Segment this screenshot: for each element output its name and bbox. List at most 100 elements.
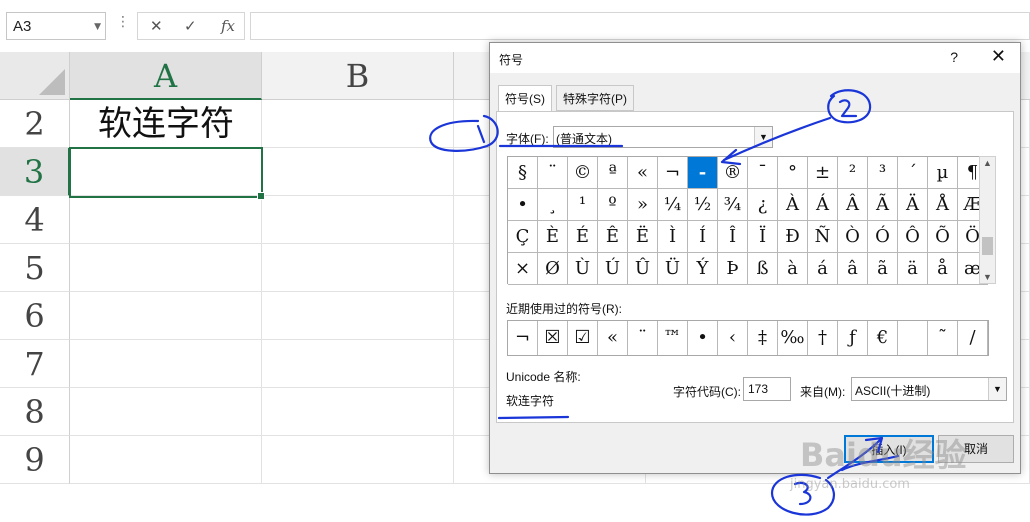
tab-special-characters[interactable]: 特殊字符(P) — [556, 85, 634, 111]
recent-symbol-cell[interactable]: ‹ — [718, 321, 748, 355]
active-cell-a3[interactable] — [69, 147, 265, 200]
symbol-cell[interactable]: Å — [928, 189, 958, 221]
column-header-b[interactable]: B — [262, 52, 454, 100]
symbol-cell[interactable]: Ç — [508, 221, 538, 253]
symbol-cell[interactable]: Ñ — [808, 221, 838, 253]
symbol-cell[interactable]: Ì — [658, 221, 688, 253]
symbol-cell[interactable]: § — [508, 157, 538, 189]
symbol-cell[interactable]: » — [628, 189, 658, 221]
symbol-cell[interactable]: ß — [748, 253, 778, 285]
recent-symbol-cell[interactable]: ☑ — [568, 321, 598, 355]
symbol-cell[interactable]: « — [628, 157, 658, 189]
symbol-cell[interactable]: ª — [598, 157, 628, 189]
recent-symbol-cell[interactable] — [898, 321, 928, 355]
symbol-cell[interactable]: Ó — [868, 221, 898, 253]
symbol-cell[interactable]: ³ — [868, 157, 898, 189]
recent-symbol-cell[interactable]: / — [958, 321, 988, 355]
cell-a5[interactable] — [70, 244, 262, 292]
symbol-cell[interactable]: • — [508, 189, 538, 221]
symbol-cell[interactable]: ® — [718, 157, 748, 189]
scroll-thumb[interactable] — [982, 237, 993, 255]
symbol-cell[interactable]: ¨ — [538, 157, 568, 189]
cell-a6[interactable] — [70, 292, 262, 340]
symbol-cell[interactable]: ° — [778, 157, 808, 189]
symbol-scrollbar[interactable]: ▲ ▼ — [979, 156, 996, 284]
cell-b2[interactable] — [262, 100, 454, 148]
symbol-cell[interactable]: ¿ — [748, 189, 778, 221]
symbol-cell[interactable]: º — [598, 189, 628, 221]
symbol-cell[interactable]: Î — [718, 221, 748, 253]
recent-symbol-cell[interactable]: € — [868, 321, 898, 355]
row-header-8[interactable]: 8 — [0, 388, 70, 436]
recent-symbol-cell[interactable]: ƒ — [838, 321, 868, 355]
symbol-cell[interactable]: Ã — [868, 189, 898, 221]
symbol-cell[interactable]: Ï — [748, 221, 778, 253]
cell-b8[interactable] — [262, 388, 454, 436]
symbol-cell[interactable]: å — [928, 253, 958, 285]
help-icon[interactable]: ? — [950, 49, 958, 65]
symbol-cell[interactable]: ² — [838, 157, 868, 189]
cell-b6[interactable] — [262, 292, 454, 340]
symbol-cell[interactable]: ¼ — [658, 189, 688, 221]
cancel-entry-icon[interactable]: ✕ — [150, 17, 163, 35]
symbol-cell[interactable]: Ê — [598, 221, 628, 253]
symbol-cell[interactable]: Ë — [628, 221, 658, 253]
cell-b5[interactable] — [262, 244, 454, 292]
symbol-cell[interactable]: Ø — [538, 253, 568, 285]
cell-a9[interactable] — [70, 436, 262, 484]
symbol-cell[interactable]: Ä — [898, 189, 928, 221]
recent-symbol-cell[interactable]: ‡ — [748, 321, 778, 355]
row-header-2[interactable]: 2 — [0, 100, 70, 148]
symbol-cell[interactable]: ã — [868, 253, 898, 285]
symbol-cell[interactable]: ½ — [688, 189, 718, 221]
symbol-cell[interactable]: à — [778, 253, 808, 285]
more-options-icon[interactable]: ⋮ — [116, 14, 130, 30]
formula-input[interactable] — [250, 12, 1030, 40]
font-select[interactable]: (普通文本) ▼ — [553, 126, 773, 148]
cell-a2[interactable]: 软连字符 — [70, 100, 262, 148]
symbol-cell[interactable]: Ü — [658, 253, 688, 285]
chevron-down-icon[interactable]: ▼ — [754, 127, 772, 147]
symbol-cell[interactable]: È — [538, 221, 568, 253]
cell-b9[interactable] — [262, 436, 454, 484]
char-code-input[interactable]: 173 — [743, 377, 791, 401]
row-header-5[interactable]: 5 — [0, 244, 70, 292]
symbol-cell[interactable]: Í — [688, 221, 718, 253]
tab-symbols[interactable]: 符号(S) — [498, 85, 552, 113]
symbol-cell[interactable]: ¬ — [658, 157, 688, 189]
recent-symbol-cell[interactable]: ™ — [658, 321, 688, 355]
symbol-cell[interactable]: ¾ — [718, 189, 748, 221]
recent-symbol-cell[interactable]: † — [808, 321, 838, 355]
row-header-4[interactable]: 4 — [0, 196, 70, 244]
symbol-cell[interactable]: À — [778, 189, 808, 221]
symbol-cell[interactable]: - — [688, 157, 718, 189]
symbol-cell[interactable]: Ù — [568, 253, 598, 285]
row-header-3[interactable]: 3 — [0, 148, 70, 196]
recent-symbol-cell[interactable]: ¬ — [508, 321, 538, 355]
symbol-cell[interactable]: Ý — [688, 253, 718, 285]
scroll-up-icon[interactable]: ▲ — [983, 158, 992, 168]
symbol-cell[interactable]: × — [508, 253, 538, 285]
row-header-7[interactable]: 7 — [0, 340, 70, 388]
cell-b3[interactable] — [262, 148, 454, 196]
symbol-cell[interactable]: Õ — [928, 221, 958, 253]
scroll-down-icon[interactable]: ▼ — [983, 272, 992, 282]
symbol-cell[interactable]: ± — [808, 157, 838, 189]
symbol-cell[interactable]: © — [568, 157, 598, 189]
symbol-cell[interactable]: á — [808, 253, 838, 285]
row-header-9[interactable]: 9 — [0, 436, 70, 484]
from-select[interactable]: ASCII(十进制) ▼ — [851, 377, 1007, 401]
symbol-cell[interactable]: ¹ — [568, 189, 598, 221]
column-header-a[interactable]: A — [70, 52, 262, 100]
symbol-cell[interactable]: Û — [628, 253, 658, 285]
recent-symbol-cell[interactable]: • — [688, 321, 718, 355]
symbol-cell[interactable]: ä — [898, 253, 928, 285]
symbol-cell[interactable]: ´ — [898, 157, 928, 189]
cell-a7[interactable] — [70, 340, 262, 388]
recent-symbol-cell[interactable]: ☒ — [538, 321, 568, 355]
recent-symbol-cell[interactable]: ¨ — [628, 321, 658, 355]
symbol-cell[interactable]: Ð — [778, 221, 808, 253]
cell-a8[interactable] — [70, 388, 262, 436]
chevron-down-icon[interactable]: ▼ — [988, 378, 1006, 400]
symbol-cell[interactable]: ¯ — [748, 157, 778, 189]
